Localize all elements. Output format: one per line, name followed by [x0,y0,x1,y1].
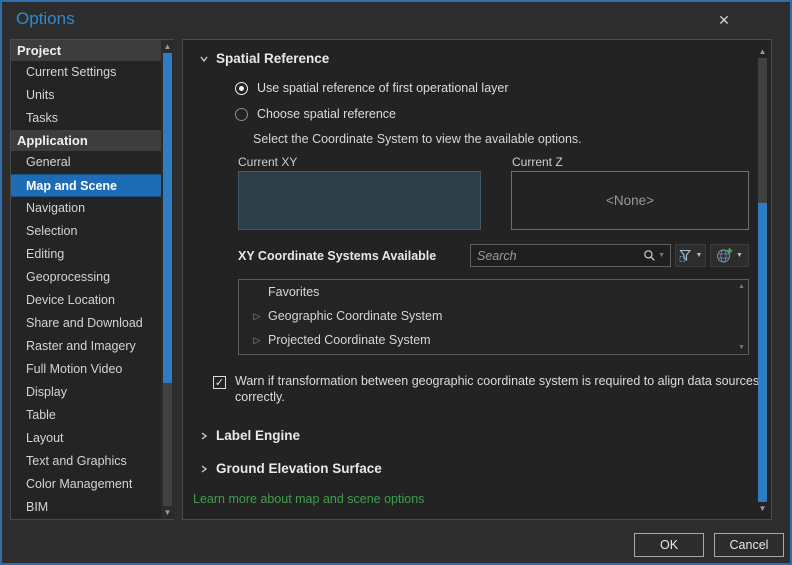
options-dialog: Options ✕ Project Current Settings Units… [0,0,792,565]
panel-scrollbar-track[interactable] [758,58,767,203]
scroll-up-icon[interactable]: ▲ [736,281,747,292]
search-input[interactable] [471,248,644,263]
cancel-button[interactable]: Cancel [714,533,784,557]
globe-add-icon [717,247,733,262]
scroll-down-icon[interactable]: ▼ [161,506,174,519]
add-coordinate-system-button[interactable]: ▼ [710,244,749,267]
warn-transformation-label: Warn if transformation between geographi… [235,374,760,404]
current-z-value: <None> [605,193,655,208]
sidebar-item-map-and-scene[interactable]: Map and Scene [11,174,161,197]
panel-scrollbar-thumb[interactable] [758,203,767,502]
coordinate-system-helper-text: Select the Coordinate System to view the… [253,132,582,146]
list-item-label: Favorites [268,285,320,299]
section-spatial-reference[interactable]: Spatial Reference [199,51,329,66]
sidebar-item-geoprocessing[interactable]: Geoprocessing [11,266,161,289]
sidebar-item-general[interactable]: General [11,151,161,174]
list-scrollbar[interactable]: ▲ ▼ [736,280,748,354]
search-icon[interactable] [643,249,656,262]
sidebar-item-raster-and-imagery[interactable]: Raster and Imagery [11,335,161,358]
close-icon[interactable]: ✕ [714,10,734,30]
expand-icon[interactable]: ▷ [251,335,263,346]
sidebar-item-units[interactable]: Units [11,84,161,107]
dialog-title: Options [16,9,75,28]
sidebar-item-share-and-download[interactable]: Share and Download [11,312,161,335]
learn-more-link[interactable]: Learn more about map and scene options [193,492,424,506]
sidebar-item-table[interactable]: Table [11,404,161,427]
globe-dropdown-icon[interactable]: ▼ [736,252,743,259]
sidebar-item-device-location[interactable]: Device Location [11,289,161,312]
list-item-projected-coordinate-system[interactable]: ▷ Projected Coordinate System [239,328,748,352]
sidebar-item-tasks[interactable]: Tasks [11,107,161,130]
section-title: Label Engine [216,428,301,443]
current-z-value-box[interactable]: <None> [511,171,749,230]
current-z-label: Current Z [512,155,563,169]
sidebar-item-navigation[interactable]: Navigation [11,197,161,220]
sidebar-scrollbar[interactable]: ▲ ▼ [161,40,174,519]
chevron-right-icon [201,431,208,440]
list-item-geographic-coordinate-system[interactable]: ▷ Geographic Coordinate System [239,304,748,328]
current-xy-value-box[interactable] [238,171,481,230]
expand-icon[interactable]: ▷ [251,311,263,322]
section-title: Ground Elevation Surface [216,461,382,476]
sidebar-header-project: Project [11,40,161,61]
sidebar-header-application: Application [11,130,161,151]
settings-panel: Spatial Reference Use spatial reference … [182,39,772,520]
sidebar-item-bim[interactable]: BIM [11,496,161,519]
sidebar-item-color-management[interactable]: Color Management [11,473,161,496]
list-item-favorites[interactable]: Favorites [239,280,748,304]
list-item-label: Projected Coordinate System [268,333,431,347]
radio-label: Use spatial reference of first operation… [257,81,509,95]
section-ground-elevation-surface[interactable]: Ground Elevation Surface [199,461,382,476]
sidebar-item-editing[interactable]: Editing [11,243,161,266]
sidebar-content: Project Current Settings Units Tasks App… [11,40,161,519]
warn-transformation-checkbox-row: ✓ Warn if transformation between geograp… [213,374,769,405]
section-title: Spatial Reference [216,51,330,66]
scroll-down-icon[interactable]: ▼ [736,342,747,353]
list-item-label: Geographic Coordinate System [268,309,443,323]
sidebar-item-layout[interactable]: Layout [11,427,161,450]
search-dropdown-icon[interactable]: ▼ [658,252,665,259]
sidebar-scrollbar-track[interactable] [163,383,172,506]
section-label-engine[interactable]: Label Engine [199,428,300,443]
radio-unselected-icon[interactable] [235,107,248,121]
filter-button[interactable]: ▼ [675,244,706,267]
scroll-up-icon[interactable]: ▲ [161,40,174,53]
current-xy-label: Current XY [238,155,298,169]
sidebar-item-current-settings[interactable]: Current Settings [11,61,161,84]
filter-icon [678,249,691,262]
scroll-down-icon[interactable]: ▼ [756,502,769,515]
search-box: ▼ [470,244,671,267]
radio-selected-icon[interactable] [235,81,248,95]
sidebar-item-display[interactable]: Display [11,381,161,404]
sidebar: Project Current Settings Units Tasks App… [10,39,174,520]
xy-coordinate-systems-label: XY Coordinate Systems Available [238,249,437,263]
checkbox-checked-icon[interactable]: ✓ [213,376,226,389]
sidebar-item-text-and-graphics[interactable]: Text and Graphics [11,450,161,473]
radio-choose-spatial-reference[interactable]: Choose spatial reference [235,107,396,121]
sidebar-item-selection[interactable]: Selection [11,220,161,243]
scroll-up-icon[interactable]: ▲ [756,45,769,58]
sidebar-scrollbar-thumb[interactable] [163,53,172,383]
filter-dropdown-icon[interactable]: ▼ [696,252,703,259]
chevron-down-icon [200,56,208,62]
radio-label: Choose spatial reference [257,107,396,121]
coordinate-system-list: Favorites ▷ Geographic Coordinate System… [238,279,749,355]
ok-button[interactable]: OK [634,533,704,557]
title-bar: Options ✕ [2,2,790,38]
panel-scrollbar[interactable]: ▲ ▼ [756,45,769,515]
radio-use-first-layer[interactable]: Use spatial reference of first operation… [235,81,509,95]
chevron-right-icon [201,464,208,473]
sidebar-item-full-motion-video[interactable]: Full Motion Video [11,358,161,381]
